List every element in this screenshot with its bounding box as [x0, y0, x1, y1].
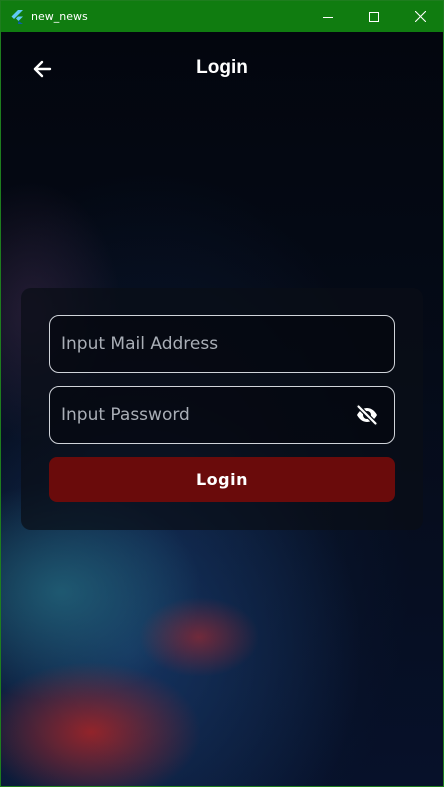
login-screen: Login Login — [1, 32, 443, 786]
flutter-logo-icon — [10, 9, 24, 24]
maximize-icon — [369, 11, 379, 22]
minimize-button[interactable] — [305, 1, 351, 32]
login-card: Login — [21, 288, 423, 530]
password-visibility-toggle[interactable] — [344, 392, 390, 438]
app-window: new_news Login Input Mail Address Login — [0, 0, 444, 787]
page-title: Login — [196, 57, 248, 78]
password-input[interactable] — [50, 405, 344, 425]
window-title: new_news — [31, 10, 88, 23]
email-field — [49, 315, 395, 373]
email-input[interactable] — [50, 334, 394, 354]
close-button[interactable] — [397, 1, 443, 32]
minimize-icon — [323, 16, 333, 18]
maximize-button[interactable] — [351, 1, 397, 32]
title-bar: new_news — [1, 1, 443, 32]
eye-off-icon — [355, 403, 379, 427]
close-icon — [414, 11, 426, 22]
login-button[interactable]: Login — [49, 457, 395, 502]
password-field — [49, 386, 395, 444]
